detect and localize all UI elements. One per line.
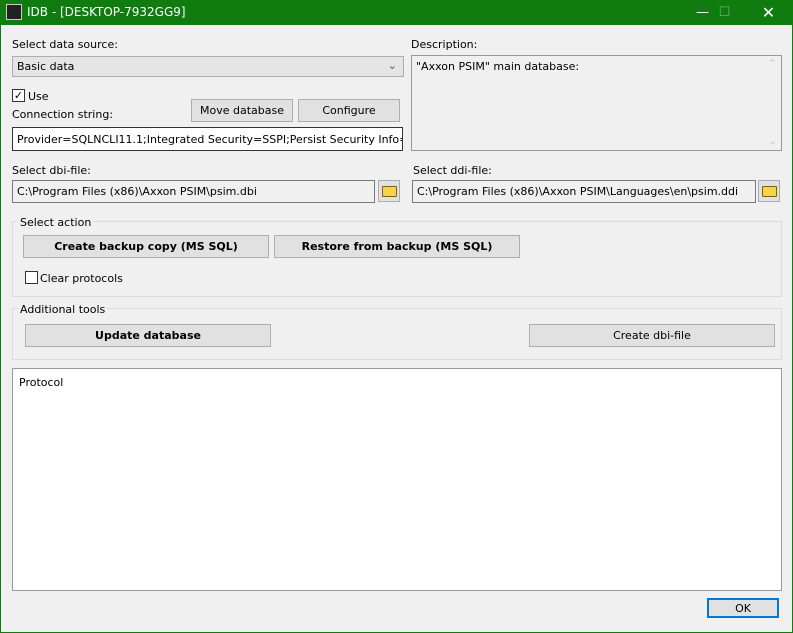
ddi-browse-button[interactable]: [758, 180, 780, 202]
connection-string-label: Connection string:: [12, 108, 114, 121]
description-label: Description:: [411, 38, 478, 51]
create-dbi-file-button[interactable]: Create dbi-file: [529, 324, 775, 347]
configure-button[interactable]: Configure: [298, 99, 400, 122]
scrollbar[interactable]: ⌃ ⌄: [764, 56, 781, 150]
restore-backup-button[interactable]: Restore from backup (MS SQL): [274, 235, 520, 258]
folder-open-icon: [761, 185, 777, 197]
ddi-file-input[interactable]: C:\Program Files (x86)\Axxon PSIM\Langua…: [412, 180, 756, 203]
window-title: IDB - [DESKTOP-7932GG9]: [27, 5, 186, 19]
chevron-down-icon: ⌄: [387, 59, 397, 72]
data-source-label: Select data source:: [12, 38, 118, 51]
description-box[interactable]: "Axxon PSIM" main database: ⌃ ⌄: [411, 55, 782, 151]
clear-protocols-label: Clear protocols: [40, 272, 123, 285]
ok-button[interactable]: OK: [707, 598, 779, 618]
move-database-button[interactable]: Move database: [191, 99, 293, 122]
protocol-log[interactable]: Protocol: [12, 368, 782, 591]
clear-protocols-checkbox[interactable]: [25, 271, 38, 284]
app-icon: [6, 4, 22, 20]
dbi-browse-button[interactable]: [378, 180, 400, 202]
scroll-down-icon[interactable]: ⌄: [764, 137, 781, 147]
select-action-group: [12, 221, 782, 297]
update-database-button[interactable]: Update database: [25, 324, 271, 347]
additional-tools-label: Additional tools: [18, 303, 108, 316]
connection-string-input[interactable]: Provider=SQLNCLI11.1;Integrated Security…: [12, 127, 403, 151]
dbi-file-input[interactable]: C:\Program Files (x86)\Axxon PSIM\psim.d…: [12, 180, 375, 203]
use-checkbox[interactable]: ✓: [12, 89, 25, 102]
ddi-file-label: Select ddi-file:: [413, 164, 492, 177]
dbi-file-label: Select dbi-file:: [12, 164, 91, 177]
maximize-button[interactable]: ☐: [702, 0, 747, 25]
description-text: "Axxon PSIM" main database:: [416, 60, 580, 73]
create-backup-button[interactable]: Create backup copy (MS SQL): [23, 235, 269, 258]
protocol-text: Protocol: [19, 376, 64, 389]
use-label: Use: [28, 90, 49, 103]
title-bar: IDB - [DESKTOP-7932GG9] — ☐ ✕: [0, 0, 793, 25]
scroll-up-icon[interactable]: ⌃: [764, 59, 781, 69]
close-button[interactable]: ✕: [746, 0, 791, 25]
select-action-label: Select action: [18, 216, 94, 229]
folder-open-icon: [381, 185, 397, 197]
data-source-select[interactable]: Basic data ⌄: [12, 56, 404, 77]
data-source-value: Basic data: [17, 60, 75, 73]
